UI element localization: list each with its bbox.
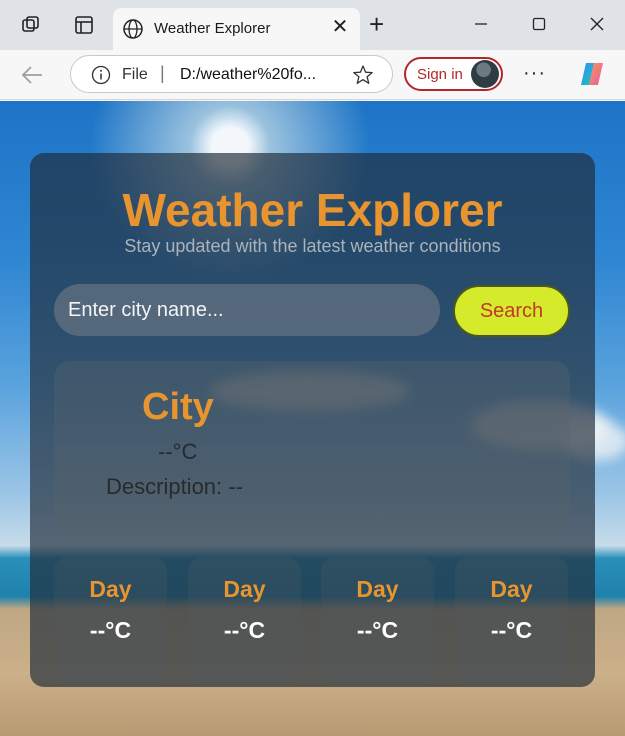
globe-icon xyxy=(122,18,144,45)
forecast-day-temp: --°C xyxy=(89,617,132,643)
tab-bar: Weather Explorer ✕ + xyxy=(0,0,625,50)
city-name: City xyxy=(142,386,214,428)
forecast-row: Day --°C Day --°C Day --°C Day --°C xyxy=(54,553,570,685)
forecast-day-temp: --°C xyxy=(490,617,533,643)
sign-in-label: Sign in xyxy=(417,66,463,83)
current-weather-panel: City --°C Description: -- xyxy=(54,361,570,531)
close-icon[interactable]: ✕ xyxy=(330,17,350,37)
window-close-icon[interactable] xyxy=(577,10,617,38)
info-icon[interactable] xyxy=(91,65,111,90)
forecast-day-label: Day xyxy=(490,576,533,602)
plus-icon[interactable]: + xyxy=(369,11,384,37)
page-background: Weather Explorer Stay updated with the l… xyxy=(0,101,625,736)
forecast-day-card: Day --°C xyxy=(455,557,568,685)
star-icon[interactable] xyxy=(352,64,374,91)
search-button[interactable]: Search xyxy=(453,285,570,337)
forecast-day-temp: --°C xyxy=(223,617,266,643)
address-url[interactable]: D:/weather%20fo... xyxy=(180,66,316,84)
weather-card: Weather Explorer Stay updated with the l… xyxy=(30,153,595,687)
more-icon[interactable]: ··· xyxy=(523,62,546,85)
forecast-day-label: Day xyxy=(89,576,132,602)
address-field[interactable]: File | D:/weather%20fo... xyxy=(70,55,393,93)
page-subtitle: Stay updated with the latest weather con… xyxy=(124,236,501,256)
tab-title: Weather Explorer xyxy=(154,20,271,37)
avatar xyxy=(471,60,499,88)
maximize-icon[interactable] xyxy=(519,10,559,38)
search-input[interactable] xyxy=(54,284,440,336)
forecast-day-card: Day --°C xyxy=(54,557,167,685)
workspaces-icon[interactable] xyxy=(18,12,44,38)
browser-tab[interactable]: Weather Explorer ✕ xyxy=(113,8,360,50)
address-scheme: File xyxy=(122,66,148,83)
current-temperature: --°C xyxy=(158,439,198,464)
forecast-day-temp: --°C xyxy=(356,617,399,643)
forecast-day-card: Day --°C xyxy=(321,557,434,685)
page-title: Weather Explorer xyxy=(122,184,503,236)
back-arrow-icon[interactable] xyxy=(20,64,44,91)
copilot-icon[interactable] xyxy=(577,60,607,88)
sign-in-button[interactable]: Sign in xyxy=(404,57,503,91)
tab-actions-icon[interactable] xyxy=(71,12,97,38)
forecast-day-card: Day --°C xyxy=(188,557,301,685)
minimize-icon[interactable] xyxy=(461,10,501,38)
weather-description: Description: -- xyxy=(106,474,243,499)
address-separator: | xyxy=(160,63,165,83)
forecast-day-label: Day xyxy=(356,576,399,602)
forecast-day-label: Day xyxy=(223,576,266,602)
